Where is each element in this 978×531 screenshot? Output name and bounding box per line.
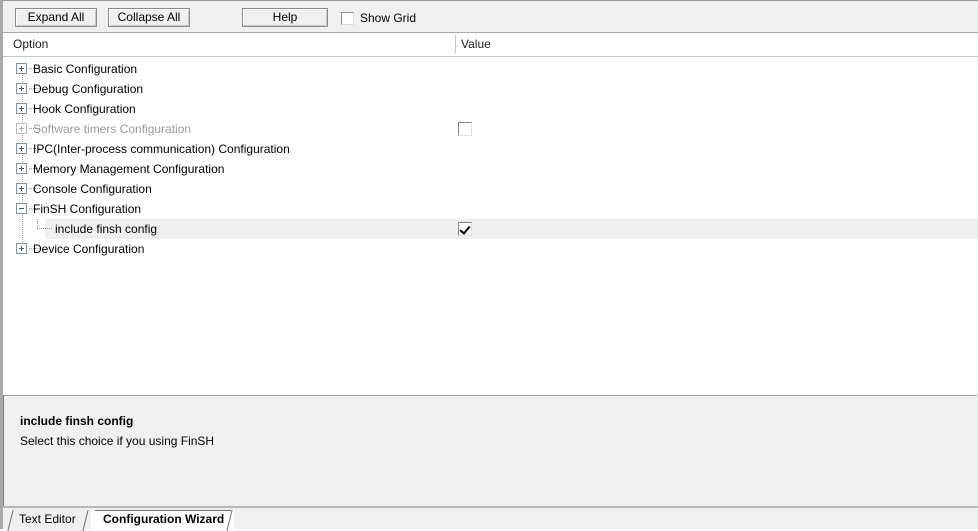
description-panel: include finsh config Select this choice … <box>4 395 977 506</box>
expand-all-button[interactable]: Expand All <box>15 8 97 27</box>
tree-row[interactable]: Debug Configuration <box>3 79 978 99</box>
tree-elbow-icon <box>37 228 53 229</box>
tree-node-label: Hook Configuration <box>33 102 136 116</box>
tree-row[interactable]: Device Configuration <box>3 239 978 259</box>
tree-node-label: Basic Configuration <box>33 62 138 76</box>
tree-node-label: Software timers Configuration <box>33 122 192 136</box>
tree-row[interactable]: Hook Configuration <box>3 99 978 119</box>
column-header-row: Option Value <box>3 33 978 57</box>
tree-row[interactable]: IPC(Inter-process communication) Configu… <box>3 139 978 159</box>
tree-line-icon <box>22 219 23 239</box>
tree-row[interactable]: FinSH Configuration <box>3 199 978 219</box>
tab-slant-right-icon <box>81 510 91 531</box>
tree-node-label: Console Configuration <box>33 182 152 196</box>
expand-node-icon[interactable] <box>16 123 27 134</box>
expand-node-icon[interactable] <box>16 163 27 174</box>
tab-text-editor-label: Text Editor <box>19 512 76 526</box>
options-tree[interactable]: Basic Configuration Debug Configuration Ho… <box>3 57 978 395</box>
tab-configuration-wizard-label: Configuration Wizard <box>103 512 225 526</box>
tree-row[interactable]: Basic Configuration <box>3 59 978 79</box>
tree-row[interactable]: Console Configuration <box>3 179 978 199</box>
column-divider[interactable] <box>455 35 456 54</box>
tree-node-label: Memory Management Configuration <box>33 162 225 176</box>
tab-slant-left-icon <box>6 510 16 531</box>
value-checkbox[interactable] <box>458 222 472 236</box>
column-header-value[interactable]: Value <box>461 37 491 51</box>
tab-configuration-wizard[interactable]: Configuration Wizard <box>91 510 235 531</box>
value-checkbox[interactable] <box>458 122 472 136</box>
show-grid-label: Show Grid <box>360 11 417 25</box>
description-body: Select this choice if you using FinSH <box>20 434 215 448</box>
expand-node-icon[interactable] <box>16 63 27 74</box>
bottom-tab-bar: Text Editor Configuration Wizard <box>3 506 978 531</box>
collapse-node-icon[interactable] <box>16 203 27 214</box>
help-button[interactable]: Help <box>242 8 328 27</box>
show-grid-checkbox[interactable]: Show Grid <box>341 9 416 27</box>
expand-node-icon[interactable] <box>16 143 27 154</box>
column-header-option[interactable]: Option <box>13 37 48 51</box>
tab-text-editor[interactable]: Text Editor <box>7 510 86 531</box>
tree-node-label: Debug Configuration <box>33 82 144 96</box>
tree-node-label: IPC(Inter-process communication) Configu… <box>33 142 290 156</box>
tab-trailing-slant-icon <box>225 510 237 531</box>
tree-row[interactable]: Software timers Configuration <box>3 119 978 139</box>
expand-node-icon[interactable] <box>16 243 27 254</box>
description-title: include finsh config <box>20 414 134 428</box>
tree-node-label: include finsh config <box>55 222 158 236</box>
configuration-wizard-window: Expand All Collapse All Help Show Grid O… <box>0 0 978 531</box>
tree-node-label: Device Configuration <box>33 242 145 256</box>
tree-node-label: FinSH Configuration <box>33 202 142 216</box>
expand-node-icon[interactable] <box>16 83 27 94</box>
expand-node-icon[interactable] <box>16 183 27 194</box>
collapse-all-button[interactable]: Collapse All <box>108 8 190 27</box>
toolbar: Expand All Collapse All Help Show Grid <box>3 0 978 33</box>
row-selection-highlight <box>45 219 978 239</box>
checkbox-icon[interactable] <box>341 11 354 25</box>
expand-node-icon[interactable] <box>16 103 27 114</box>
tree-row[interactable]: include finsh config <box>3 219 978 239</box>
tree-row[interactable]: Memory Management Configuration <box>3 159 978 179</box>
